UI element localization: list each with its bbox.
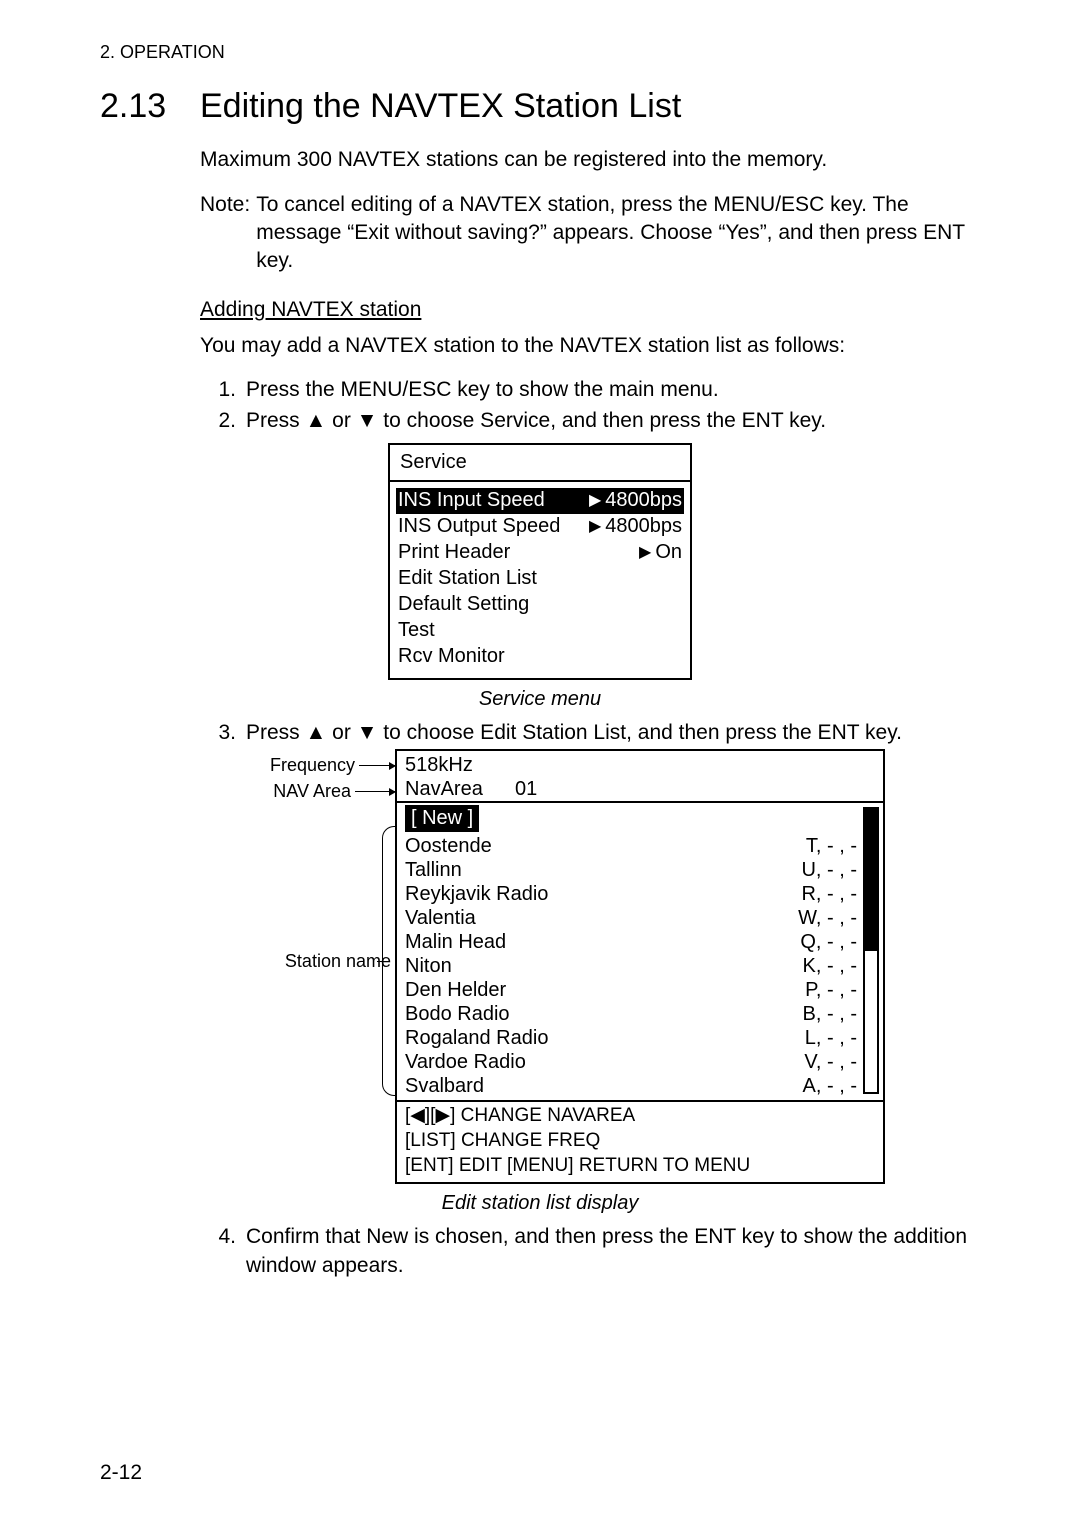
brace-icon xyxy=(382,826,395,1096)
frequency-row: 518kHz xyxy=(405,753,875,777)
step-text: Press or to choose Edit Station List, an… xyxy=(246,719,902,747)
station-row[interactable]: SvalbardA, - , - xyxy=(405,1074,857,1098)
station-row[interactable]: ValentiaW, - , - xyxy=(405,906,857,930)
station-row[interactable]: TallinnU, - , - xyxy=(405,858,857,882)
section-heading: Editing the NAVTEX Station List xyxy=(200,84,681,130)
step-list: 1. Press the MENU/ESC key to show the ma… xyxy=(200,376,980,435)
step-number: 3. xyxy=(200,719,246,747)
triangle-right-icon xyxy=(589,490,601,512)
footer-line-2: [LIST] CHANGE FREQ xyxy=(405,1129,875,1154)
service-menu-item-test[interactable]: Test xyxy=(398,618,682,644)
edit-station-list-figure: Frequency NAV Area Station name 518kHz N… xyxy=(195,749,885,1184)
step-number: 4. xyxy=(200,1223,246,1280)
page: 2. OPERATION 2.13 Editing the NAVTEX Sta… xyxy=(0,0,1080,1527)
station-row[interactable]: NitonK, - , - xyxy=(405,954,857,978)
station-list: [ New ] OostendeT, - , - TallinnU, - , -… xyxy=(405,803,863,1098)
scrollbar-thumb[interactable] xyxy=(865,809,877,951)
callout-column: Frequency NAV Area Station name xyxy=(195,749,395,1184)
page-number: 2-12 xyxy=(100,1459,142,1487)
step-1: 1. Press the MENU/ESC key to show the ma… xyxy=(200,376,980,404)
triangle-down-icon xyxy=(357,721,378,744)
callout-frequency: Frequency xyxy=(270,753,355,777)
service-menu-item-ins-input-speed[interactable]: INS Input Speed 4800bps xyxy=(396,488,684,514)
step-4: 4. Confirm that New is chosen, and then … xyxy=(200,1223,980,1280)
section-body: Maximum 300 NAVTEX stations can be regis… xyxy=(200,146,980,435)
callout-navarea: NAV Area xyxy=(273,779,351,803)
station-list-new[interactable]: [ New ] xyxy=(405,803,857,834)
step-number: 2. xyxy=(200,407,246,435)
arrow-icon xyxy=(359,765,395,766)
service-menu-body: INS Input Speed 4800bps INS Output Speed… xyxy=(390,482,690,678)
subheading-adding-station: Adding NAVTEX station xyxy=(200,296,980,324)
service-menu-item-ins-output-speed[interactable]: INS Output Speed 4800bps xyxy=(398,514,682,540)
navarea-row: NavArea 01 xyxy=(405,777,875,801)
step-text: Press or to choose Service, and then pre… xyxy=(246,407,826,435)
triangle-right-icon xyxy=(589,516,601,538)
intro-paragraph: Maximum 300 NAVTEX stations can be regis… xyxy=(200,146,980,174)
step-2: 2. Press or to choose Service, and then … xyxy=(200,407,980,435)
section-title: 2.13 Editing the NAVTEX Station List xyxy=(100,84,980,130)
edit-station-list-header: 518kHz NavArea 01 xyxy=(397,751,883,803)
running-head: 2. OPERATION xyxy=(100,40,980,64)
step-number: 1. xyxy=(200,376,246,404)
service-menu-item-edit-station-list[interactable]: Edit Station List xyxy=(398,566,682,592)
station-row[interactable]: Malin HeadQ, - , - xyxy=(405,930,857,954)
service-menu-item-default-setting[interactable]: Default Setting xyxy=(398,592,682,618)
note-label: Note: xyxy=(200,191,250,276)
service-menu: Service INS Input Speed 4800bps INS Outp… xyxy=(388,443,692,680)
triangle-up-icon xyxy=(306,721,327,744)
station-row[interactable]: Bodo RadioB, - , - xyxy=(405,1002,857,1026)
step-text: Confirm that New is chosen, and then pre… xyxy=(246,1223,980,1280)
triangle-left-icon xyxy=(410,1105,425,1126)
triangle-up-icon xyxy=(306,409,327,432)
navarea-value: 01 xyxy=(515,776,537,803)
station-row[interactable]: Rogaland RadioL, - , - xyxy=(405,1026,857,1050)
navarea-label: NavArea xyxy=(405,776,515,803)
step-3: 3. Press or to choose Edit Station List,… xyxy=(200,719,980,747)
service-menu-title: Service xyxy=(390,445,690,482)
section-number: 2.13 xyxy=(100,84,200,130)
station-row[interactable]: Reykjavik RadioR, - , - xyxy=(405,882,857,906)
note-block: Note: To cancel editing of a NAVTEX stat… xyxy=(200,191,980,276)
frequency-value: 518kHz xyxy=(405,752,515,779)
station-row[interactable]: Vardoe RadioV, - , - xyxy=(405,1050,857,1074)
sub-intro: You may add a NAVTEX station to the NAVT… xyxy=(200,332,980,360)
station-row[interactable]: Den HelderP, - , - xyxy=(405,978,857,1002)
callout-station-name: Station name xyxy=(285,949,391,973)
edit-station-list-caption: Edit station list display xyxy=(100,1190,980,1217)
service-menu-item-print-header[interactable]: Print Header On xyxy=(398,540,682,566)
scrollbar[interactable] xyxy=(863,807,879,1094)
service-menu-item-rcv-monitor[interactable]: Rcv Monitor xyxy=(398,644,682,670)
arrow-icon xyxy=(355,791,395,792)
service-menu-caption: Service menu xyxy=(100,686,980,713)
triangle-right-icon xyxy=(639,542,651,564)
edit-station-list-box: 518kHz NavArea 01 [ New ] OostendeT, - ,… xyxy=(395,749,885,1184)
triangle-down-icon xyxy=(357,409,378,432)
footer-line-1: [][] CHANGE NAVAREA xyxy=(405,1104,875,1129)
edit-station-list-footer: [][] CHANGE NAVAREA [LIST] CHANGE FREQ [… xyxy=(397,1100,883,1182)
station-row[interactable]: OostendeT, - , - xyxy=(405,834,857,858)
note-text: To cancel editing of a NAVTEX station, p… xyxy=(256,191,980,276)
footer-line-3: [ENT] EDIT [MENU] RETURN TO MENU xyxy=(405,1154,875,1179)
step-text: Press the MENU/ESC key to show the main … xyxy=(246,376,719,404)
triangle-right-icon xyxy=(435,1105,450,1126)
